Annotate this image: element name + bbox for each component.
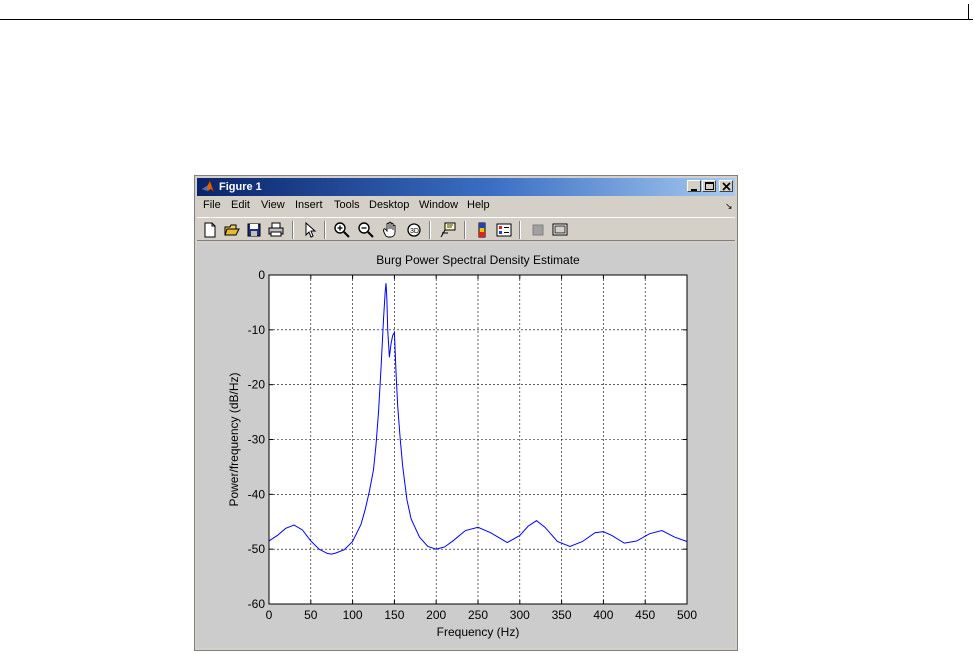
toolbar-separator [429, 221, 431, 239]
x-tick-label: 200 [426, 608, 446, 622]
legend-icon[interactable] [495, 221, 513, 239]
title-bar[interactable]: Figure 1 [197, 178, 735, 196]
x-tick-label: 300 [510, 608, 530, 622]
menu-bar: File Edit View Insert Tools Desktop Wind… [197, 197, 735, 215]
x-tick-label: 450 [635, 608, 655, 622]
menu-dock-arrow-icon[interactable]: ↘ [725, 201, 733, 212]
print-icon[interactable] [267, 221, 285, 239]
x-tick-label: 400 [593, 608, 613, 622]
data-cursor-icon[interactable] [439, 221, 457, 239]
show-plot-tools-icon[interactable] [551, 221, 569, 239]
menu-insert[interactable]: Insert [295, 199, 323, 211]
x-tick-label: 350 [552, 608, 572, 622]
figure-toolbar: 3D [197, 217, 735, 241]
window-title: Figure 1 [219, 181, 262, 193]
hide-plot-tools-icon[interactable] [529, 221, 547, 239]
toolbar-separator [292, 221, 294, 239]
pointer-icon[interactable] [301, 221, 319, 239]
y-tick-label: -10 [248, 323, 266, 337]
figure-window: Figure 1 File Edit View Insert Tools Des… [194, 175, 738, 651]
y-tick-label: -20 [248, 378, 266, 392]
minimize-button[interactable] [687, 180, 701, 192]
page-header-rule-tick [968, 4, 969, 20]
y-axis-label: Power/frequency (dB/Hz) [227, 372, 241, 506]
new-file-icon[interactable] [201, 221, 219, 239]
y-tick-label: -60 [248, 597, 266, 611]
zoom-out-icon[interactable] [357, 221, 375, 239]
menu-file[interactable]: File [203, 199, 221, 211]
y-tick-label: -40 [248, 487, 266, 501]
x-tick-label: 50 [304, 608, 318, 622]
save-icon[interactable] [245, 221, 263, 239]
maximize-icon [705, 182, 714, 190]
pan-hand-icon[interactable] [381, 221, 399, 239]
page-header-rule [0, 19, 973, 20]
toolbar-separator [519, 221, 521, 239]
figure-canvas: 0 50 100 150 200 250 300 350 400 450 500 0 -10 -20 -30… [197, 243, 735, 648]
x-tick-label: 150 [384, 608, 404, 622]
svg-text:3D: 3D [410, 228, 419, 235]
menu-view[interactable]: View [261, 199, 285, 211]
maximize-button[interactable] [702, 180, 716, 192]
menu-help[interactable]: Help [467, 199, 490, 211]
y-tick-label: -30 [248, 433, 266, 447]
x-axis-label: Frequency (Hz) [437, 625, 520, 639]
x-tick-label: 500 [677, 608, 697, 622]
toolbar-separator [324, 221, 326, 239]
x-tick-label: 250 [468, 608, 488, 622]
colorbar-icon[interactable] [473, 221, 491, 239]
menu-edit[interactable]: Edit [231, 199, 250, 211]
psd-plot[interactable]: 0 50 100 150 200 250 300 350 400 450 500 0 -10 -20 -30… [197, 243, 735, 648]
close-button[interactable] [719, 180, 733, 192]
x-tick-label: 0 [266, 608, 273, 622]
rotate-3d-icon[interactable]: 3D [405, 221, 423, 239]
menu-tools[interactable]: Tools [334, 199, 360, 211]
open-folder-icon[interactable] [223, 221, 241, 239]
x-tick-label: 100 [343, 608, 363, 622]
y-tick-label: -50 [248, 542, 266, 556]
y-tick-label: 0 [258, 268, 265, 282]
close-icon [722, 182, 731, 191]
minimize-icon [691, 189, 697, 191]
toolbar-separator [464, 221, 466, 239]
menu-window[interactable]: Window [419, 199, 458, 211]
matlab-logo-icon [201, 180, 215, 193]
zoom-in-icon[interactable] [333, 221, 351, 239]
chart-title: Burg Power Spectral Density Estimate [376, 253, 580, 267]
menu-desktop[interactable]: Desktop [369, 199, 409, 211]
